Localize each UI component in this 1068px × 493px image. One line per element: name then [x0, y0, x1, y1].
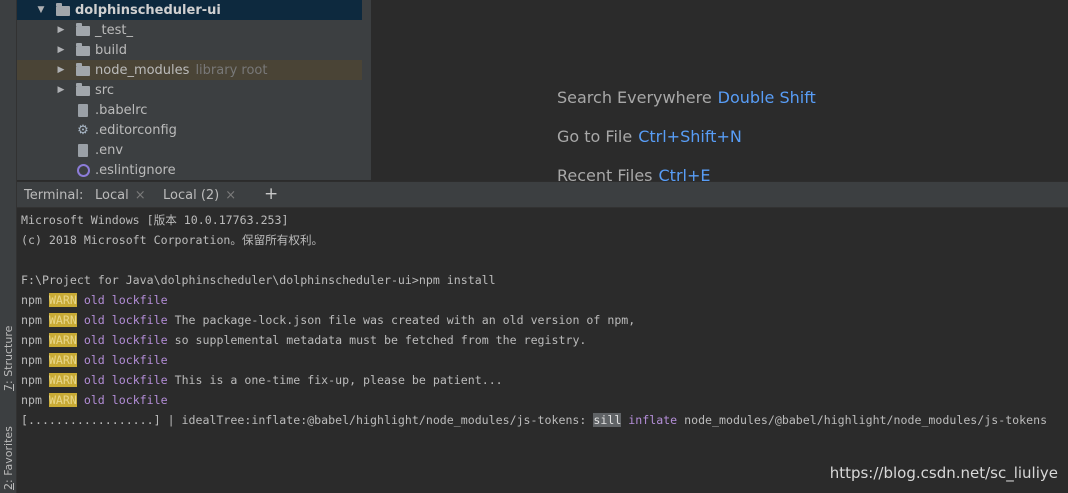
- tree-item-build[interactable]: ▶ build: [17, 40, 362, 60]
- terminal-output[interactable]: Microsoft Windows [版本 10.0.17763.253] (c…: [17, 208, 1068, 493]
- tree-item-node-modules[interactable]: ▶ node_modules library root: [17, 60, 362, 80]
- favorites-tab-label: : Favorites: [2, 426, 15, 483]
- folder-icon: [75, 62, 91, 78]
- tab-local[interactable]: Local ×: [95, 188, 146, 203]
- terminal-line: npm WARN old lockfile: [21, 290, 168, 310]
- sill-badge: sill: [593, 413, 622, 427]
- warn-message: This is a one-time fix-up, please be pat…: [167, 373, 503, 387]
- terminal-line: Microsoft Windows [版本 10.0.17763.253]: [21, 213, 289, 227]
- terminal-header: Terminal: Local × Local (2) × +: [17, 181, 1068, 211]
- babel-file-icon: [75, 102, 91, 118]
- tree-root-label: dolphinscheduler-ui: [75, 2, 221, 18]
- collapsed-arrow-icon[interactable]: ▶: [55, 45, 67, 55]
- tree-item-label: src: [95, 82, 114, 98]
- tree-item-label: .babelrc: [95, 102, 148, 118]
- structure-tab-number: 7: [2, 384, 15, 391]
- progress-text: [..................] | idealTree:inflate…: [21, 413, 594, 427]
- progress-path: node_modules/@babel/highlight/node_modul…: [677, 413, 1048, 427]
- old-lockfile-tag: old lockfile: [83, 313, 168, 327]
- text-file-icon: [75, 142, 91, 158]
- folder-icon: [75, 42, 91, 58]
- tree-item-env[interactable]: .env: [17, 140, 362, 160]
- eslint-icon: [75, 162, 91, 178]
- favorites-tab-number: 2: [2, 483, 15, 490]
- warn-badge: WARN: [48, 353, 77, 367]
- warn-badge: WARN: [48, 293, 77, 307]
- structure-tab-label: : Structure: [2, 325, 15, 384]
- hint-shortcut: Ctrl+Shift+N: [638, 127, 742, 146]
- npm-prefix: npm: [21, 393, 42, 407]
- tree-item-label: .env: [95, 142, 124, 158]
- watermark-text: https://blog.csdn.net/sc_liuliye: [829, 464, 1058, 482]
- gear-icon: ⚙: [77, 122, 89, 138]
- folder-icon: [75, 82, 91, 98]
- tree-item-test[interactable]: ▶ _test_: [17, 20, 362, 40]
- inflate-tag: inflate: [621, 413, 678, 427]
- warn-message: so supplemental metadata must be fetched…: [167, 333, 587, 347]
- tree-item-label: build: [95, 42, 127, 58]
- tree-item-label: .eslintignore: [95, 162, 176, 178]
- npm-prefix: npm: [21, 373, 42, 387]
- hint-go-to-file: Go to File Ctrl+Shift+N: [557, 127, 742, 146]
- hint-label: Go to File: [557, 127, 633, 146]
- hint-search-everywhere: Search Everywhere Double Shift: [557, 88, 816, 107]
- warn-badge: WARN: [48, 373, 77, 387]
- warn-badge: WARN: [48, 313, 77, 327]
- favorites-tool-tab[interactable]: 2: Favorites: [2, 426, 15, 490]
- npm-prefix: npm: [21, 293, 42, 307]
- tree-item-label: _test_: [95, 22, 133, 38]
- warn-message: The package-lock.json file was created w…: [167, 313, 636, 327]
- tree-item-babelrc[interactable]: .babelrc: [17, 100, 362, 120]
- collapsed-arrow-icon[interactable]: ▶: [55, 65, 67, 75]
- new-terminal-tab-button[interactable]: +: [264, 184, 278, 204]
- warn-badge: WARN: [48, 393, 77, 407]
- terminal-line: npm WARN old lockfile This is a one-time…: [21, 370, 503, 390]
- tree-root-dolphinscheduler-ui[interactable]: ▼ dolphinscheduler-ui: [17, 0, 362, 20]
- structure-tool-tab[interactable]: 7: Structure: [2, 326, 15, 391]
- collapsed-arrow-icon[interactable]: ▶: [55, 25, 67, 35]
- tree-item-editorconfig[interactable]: ⚙ .editorconfig: [17, 120, 362, 140]
- npm-prefix: npm: [21, 353, 42, 367]
- terminal-line: (c) 2018 Microsoft Corporation。保留所有权利。: [21, 233, 324, 247]
- terminal-title: Terminal:: [24, 188, 84, 203]
- library-root-tag: library root: [195, 62, 268, 78]
- tab-local-2[interactable]: Local (2) ×: [154, 188, 249, 211]
- tree-item-label: .editorconfig: [95, 122, 177, 138]
- hint-label: Search Everywhere: [557, 88, 712, 107]
- folder-icon: [55, 2, 71, 18]
- terminal-progress-line: [..................] | idealTree:inflate…: [21, 410, 1047, 430]
- tree-item-src[interactable]: ▶ src: [17, 80, 362, 100]
- npm-prefix: npm: [21, 333, 42, 347]
- npm-prefix: npm: [21, 313, 42, 327]
- folder-icon: [75, 22, 91, 38]
- expanded-arrow-icon[interactable]: ▼: [35, 5, 47, 15]
- terminal-line: F:\Project for Java\dolphinscheduler\dol…: [21, 273, 496, 287]
- tree-item-eslintignore[interactable]: .eslintignore: [17, 160, 362, 180]
- close-icon[interactable]: ×: [225, 188, 236, 203]
- terminal-line: npm WARN old lockfile so supplemental me…: [21, 330, 586, 350]
- collapsed-arrow-icon[interactable]: ▶: [55, 85, 67, 95]
- terminal-line: npm WARN old lockfile The package-lock.j…: [21, 310, 635, 330]
- old-lockfile-tag: old lockfile: [83, 373, 168, 387]
- close-icon[interactable]: ×: [135, 188, 146, 203]
- old-lockfile-tag: old lockfile: [83, 293, 168, 307]
- tab-label: Local: [95, 188, 129, 203]
- terminal-line: npm WARN old lockfile: [21, 390, 168, 410]
- hint-shortcut: Double Shift: [717, 88, 816, 107]
- left-tool-strip: 7: Structure 2: Favorites: [0, 0, 17, 493]
- tab-label: Local (2): [163, 188, 220, 203]
- warn-badge: WARN: [48, 333, 77, 347]
- old-lockfile-tag: old lockfile: [83, 333, 168, 347]
- terminal-line: npm WARN old lockfile: [21, 350, 168, 370]
- old-lockfile-tag: old lockfile: [83, 393, 168, 407]
- tree-item-label: node_modules: [95, 62, 190, 78]
- project-tree-panel: ▼ dolphinscheduler-ui ▶ _test_ ▶ build ▶…: [17, 0, 371, 180]
- old-lockfile-tag: old lockfile: [83, 353, 168, 367]
